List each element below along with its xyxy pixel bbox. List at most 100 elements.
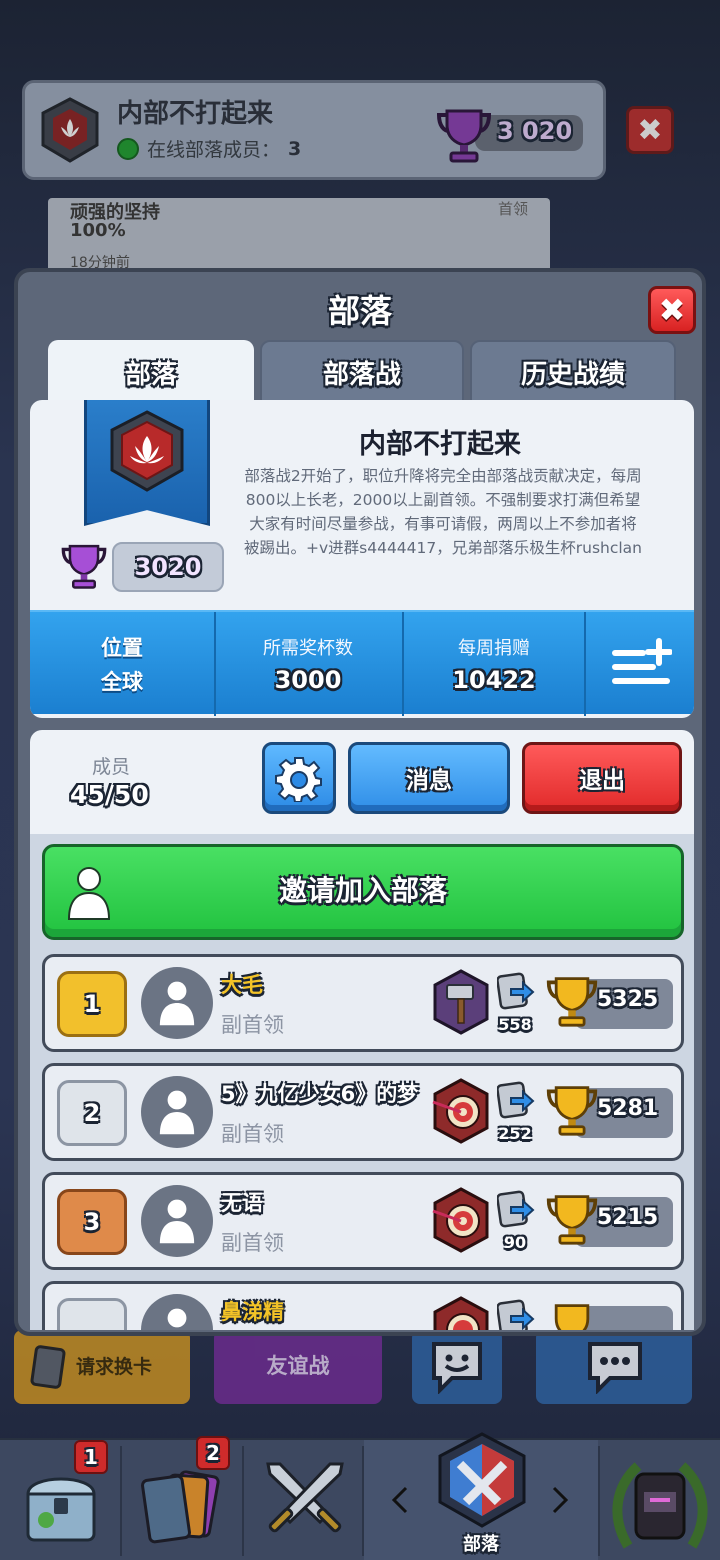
members-bar: 成员 45/50 消息 退出 — [30, 730, 694, 834]
invite-to-clan-button[interactable]: 邀请加入部落 — [42, 844, 684, 940]
avatar — [141, 967, 213, 1039]
friendly-battle-button: 友谊战 — [214, 1330, 382, 1404]
member-role: 副首领 — [221, 1231, 284, 1255]
crossed-swords-icon — [266, 1462, 344, 1533]
member-row[interactable]: 3 无语 副首领 90 5215 — [42, 1172, 684, 1270]
member-row[interactable]: 2 5》九亿少女6》的梦 副首领 252 5281 — [42, 1063, 684, 1161]
donation-icon — [496, 1298, 535, 1330]
nav-events[interactable] — [600, 1440, 720, 1560]
leave-button-label: 退出 — [579, 768, 625, 794]
member-row[interactable]: 鼻涕精 — [42, 1281, 684, 1330]
clan-name: 内部不打起来 — [359, 429, 521, 460]
hammer-icon — [431, 969, 491, 1035]
laurel-hero-icon — [612, 1462, 708, 1549]
settings-button[interactable] — [262, 742, 336, 814]
background-card-role: 首领 — [497, 200, 528, 218]
tab-clan-war-label: 部落战 — [322, 359, 401, 390]
donation-icon — [496, 971, 535, 1011]
rank-badge — [57, 1298, 127, 1330]
clan-description: 部落战2开始了，职位升降将完全由部落战贡献决定，每周800以上长老，2000以上… — [243, 467, 642, 557]
stat-required-label: 所需奖杯数 — [263, 638, 353, 659]
member-trophies — [545, 1300, 675, 1330]
stat-location: 位置 全球 — [30, 612, 214, 716]
clan-trophy-count: 3020 — [112, 542, 224, 592]
member-trophy-value: 5281 — [597, 1096, 659, 1121]
gold-trophy-icon — [546, 1086, 598, 1136]
background-clan-header: 内部不打起来 在线部落成员： 3 3 020 — [22, 80, 606, 180]
person-icon — [167, 1308, 187, 1328]
rank-number: 2 — [83, 1099, 101, 1127]
leave-button[interactable]: 退出 — [522, 742, 682, 814]
member-name: 无语 — [221, 1191, 263, 1215]
online-count: 3 — [288, 137, 302, 160]
background-card-line2: 100% — [70, 220, 126, 241]
tab-clan-label: 部落 — [124, 359, 177, 390]
nav-clan[interactable]: 部落 — [364, 1432, 598, 1560]
member-row[interactable]: 1 大毛 副首领 558 5325 — [42, 954, 684, 1052]
gear-icon — [275, 757, 322, 802]
clan-dialog: 部落 ✖ 部落 部落战 历史战绩 3020 内部不打起来 部落战2开始了，职位升… — [14, 268, 706, 1336]
donation-count: 252 — [498, 1124, 532, 1143]
member-trophy-value: 5325 — [597, 987, 659, 1012]
avatar — [141, 1294, 213, 1330]
target-icon — [431, 1296, 491, 1330]
card-icon — [30, 1345, 66, 1389]
background-trophy-value: 3 020 — [497, 117, 573, 145]
nav-chests-badge: 1 — [74, 1440, 108, 1474]
rank-badge: 3 — [57, 1189, 127, 1255]
purple-trophy-icon — [436, 109, 492, 163]
background-clan-name: 内部不打起来 — [117, 99, 274, 129]
tab-clan[interactable]: 部落 — [48, 340, 254, 404]
clan-stats-bar: 位置 全球 所需奖杯数 3000 每周捐赠 10422 — [30, 610, 694, 716]
online-dot-icon — [117, 137, 139, 160]
clan-shield-icon — [438, 1432, 526, 1528]
emote-button — [412, 1330, 502, 1404]
avatar — [141, 1076, 213, 1148]
invite-button-label: 邀请加入部落 — [278, 874, 447, 907]
clan-badge-icon — [41, 97, 99, 163]
online-label: 在线部落成员： — [147, 139, 281, 161]
member-name: 大毛 — [221, 973, 263, 997]
clan-badge-icon — [110, 410, 184, 492]
tab-history[interactable]: 历史战绩 — [470, 340, 676, 404]
member-role: 副首领 — [221, 1013, 284, 1037]
nav-cards[interactable]: 2 — [122, 1436, 242, 1560]
background-trophy-count: 3 020 — [435, 105, 585, 163]
rank-badge: 1 — [57, 971, 127, 1037]
close-button[interactable]: ✖ — [648, 286, 696, 334]
stat-location-label: 位置 — [101, 636, 143, 660]
rank-number: 3 — [83, 1208, 101, 1236]
message-button-label: 消息 — [406, 768, 452, 794]
avatar — [141, 1185, 213, 1257]
purple-trophy-icon — [60, 540, 108, 592]
members-list: 邀请加入部落 1 大毛 副首领 558 5325 2 5》九亿少女6》的梦 副首… — [30, 834, 694, 1330]
dialog-title: 部落 — [327, 292, 392, 330]
stat-required-trophies: 所需奖杯数 3000 — [216, 612, 400, 716]
background-chat-card: 顽强的坚持 100% 18分钟前 首领 — [48, 198, 550, 274]
person-icon — [159, 981, 195, 1026]
online-members: 在线部落成员： 3 — [117, 135, 301, 162]
background-close-button: ✖ — [626, 106, 674, 154]
nav-chests[interactable]: 1 — [0, 1440, 120, 1560]
members-label: 成员 — [92, 756, 131, 778]
donation-count: 558 — [498, 1015, 532, 1034]
clan-trophy-value: 3020 — [134, 553, 202, 581]
gold-trophy-icon — [546, 977, 598, 1027]
donation-icon — [496, 1080, 535, 1120]
nav-cards-badge: 2 — [196, 1436, 230, 1470]
bottom-navigation: 1 2 部落 — [0, 1432, 720, 1560]
close-icon: ✖ — [658, 291, 686, 329]
chat-button — [536, 1330, 692, 1404]
nav-battle[interactable] — [244, 1440, 364, 1560]
stat-required-value: 3000 — [274, 666, 342, 694]
gold-trophy-icon — [546, 1195, 598, 1245]
message-button[interactable]: 消息 — [348, 742, 510, 814]
stat-donations-label: 每周捐赠 — [458, 638, 530, 659]
friendly-battle-label: 友谊战 — [266, 1354, 330, 1378]
chevron-left-icon[interactable] — [390, 1486, 410, 1514]
stat-donations-value: 10422 — [452, 666, 536, 694]
request-cards-label: 请求换卡 — [76, 1356, 153, 1378]
add-list-icon[interactable] — [610, 636, 673, 692]
chevron-right-icon[interactable] — [550, 1486, 570, 1514]
tab-clan-war[interactable]: 部落战 — [260, 340, 464, 404]
